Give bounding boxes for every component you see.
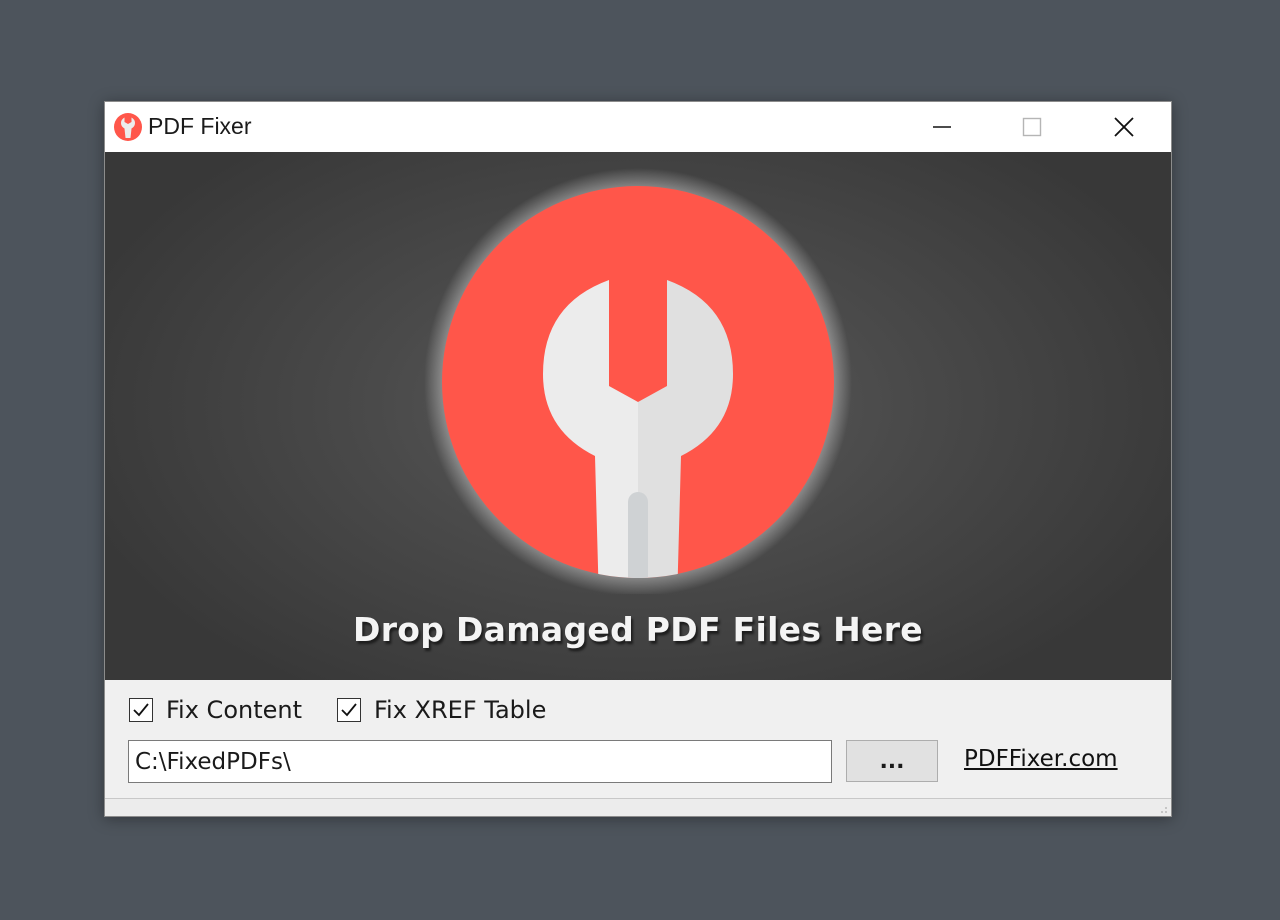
options-panel: Fix Content Fix XREF Table ... PDFFixer.…	[105, 680, 1171, 816]
output-folder-input[interactable]	[128, 740, 832, 783]
minimize-icon	[933, 126, 951, 128]
fix-xref-checkbox[interactable]: Fix XREF Table	[337, 696, 546, 724]
window-title: PDF Fixer	[148, 113, 252, 139]
wrench-logo-icon	[114, 113, 142, 141]
title-bar[interactable]: PDF Fixer	[105, 102, 1171, 152]
close-icon	[1114, 117, 1134, 137]
checkbox-box[interactable]	[337, 698, 361, 722]
maximize-icon	[1022, 117, 1042, 137]
minimize-button[interactable]	[897, 102, 987, 152]
pdf-drop-zone[interactable]: Drop Damaged PDF Files Here	[105, 152, 1171, 680]
drop-instructions: Drop Damaged PDF Files Here	[353, 610, 923, 649]
app-window: PDF Fixer Drop Damaged PDF Files Here Fi…	[104, 101, 1172, 817]
fix-content-label: Fix Content	[166, 696, 303, 724]
fix-xref-label: Fix XREF Table	[374, 696, 547, 724]
close-button[interactable]	[1079, 102, 1169, 152]
wrench-logo-icon	[424, 168, 852, 594]
fix-content-checkbox[interactable]: Fix Content	[129, 696, 302, 724]
status-bar	[105, 798, 1171, 816]
website-link[interactable]: PDFFixer.com	[964, 746, 1118, 772]
checkmark-icon	[341, 703, 357, 717]
resize-grip-icon[interactable]	[1155, 801, 1169, 815]
checkmark-icon	[133, 703, 149, 717]
checkbox-box[interactable]	[129, 698, 153, 722]
browse-button[interactable]: ...	[846, 740, 938, 782]
maximize-button[interactable]	[987, 102, 1077, 152]
